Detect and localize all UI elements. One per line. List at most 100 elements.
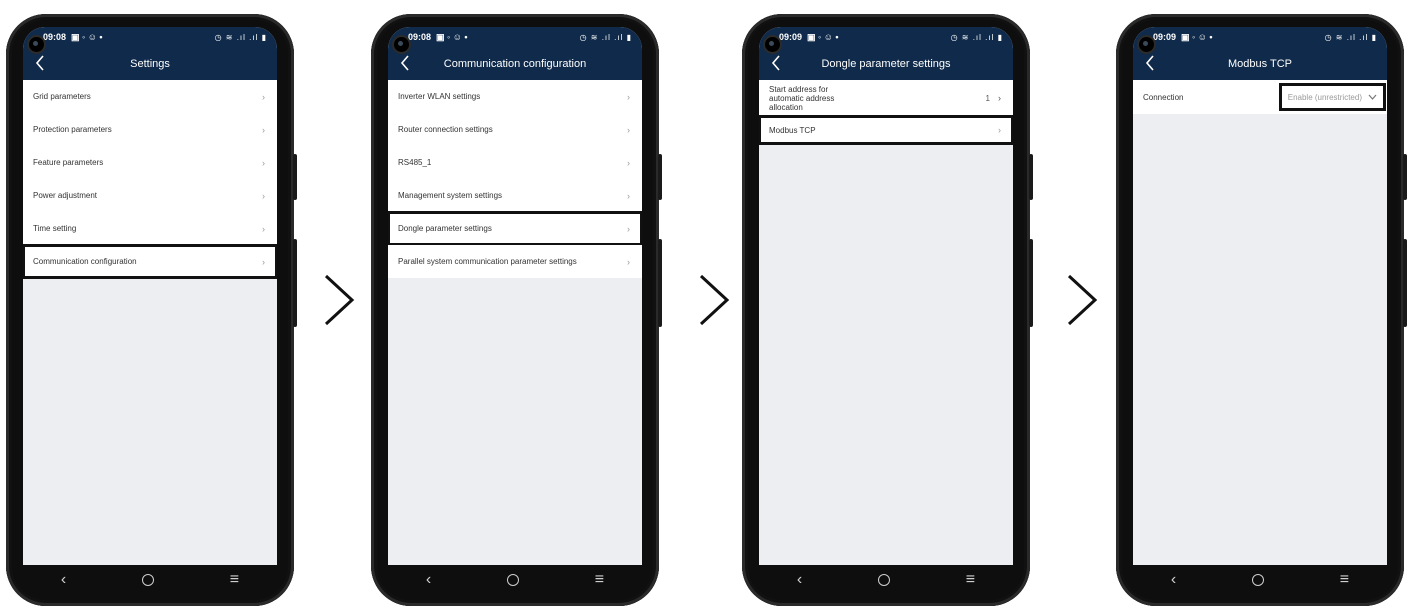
list-item-label: Protection parameters xyxy=(33,125,112,134)
list-item-label: Dongle parameter settings xyxy=(398,224,492,233)
app-header: Modbus TCP xyxy=(1133,48,1387,80)
app-header: Settings xyxy=(23,48,277,80)
chevron-right-icon: › xyxy=(627,124,630,135)
chevron-right-icon: › xyxy=(262,256,265,267)
chevron-down-icon xyxy=(1368,94,1377,100)
app-header: Dongle parameter settings xyxy=(759,48,1013,80)
status-bar: 09:09 ▣ ◦ ☺ • ◷ ≋ .ıl .ıl ▮ xyxy=(759,27,1013,48)
chevron-right-icon: › xyxy=(627,157,630,168)
settings-list: Start address for automatic address allo… xyxy=(759,80,1013,145)
back-arrow-icon[interactable] xyxy=(767,54,785,72)
nav-menu-icon[interactable]: ≡ xyxy=(595,571,604,589)
connection-value: Enable (unrestricted) xyxy=(1287,92,1362,102)
volume-button xyxy=(658,154,662,200)
nav-menu-icon[interactable]: ≡ xyxy=(230,571,239,589)
android-nav-bar: ‹ ≡ xyxy=(1133,565,1387,595)
list-item-parallel-system-communication[interactable]: Parallel system communication parameter … xyxy=(388,245,642,278)
android-nav-bar: ‹ ≡ xyxy=(23,565,277,595)
chevron-right-icon: › xyxy=(627,190,630,201)
connection-dropdown[interactable]: Enable (unrestricted) xyxy=(1278,83,1387,111)
list-item-label: Feature parameters xyxy=(33,158,104,167)
chevron-right-icon: › xyxy=(262,223,265,234)
phone-4: 09:09 ▣ ◦ ☺ • ◷ ≋ .ıl .ıl ▮ Modbus TCP C… xyxy=(1116,14,1407,606)
nav-back-icon[interactable]: ‹ xyxy=(61,571,66,589)
list-item-feature-parameters[interactable]: Feature parameters › xyxy=(23,146,277,179)
volume-button xyxy=(1029,154,1033,200)
settings-list: Grid parameters › Protection parameters › … xyxy=(23,80,277,279)
chevron-right-icon: › xyxy=(262,124,265,135)
list-item-label: RS485_1 xyxy=(398,158,432,167)
connection-row: Connection Enable (unrestricted) xyxy=(1133,80,1387,114)
list-item-label: Grid parameters xyxy=(33,92,91,101)
back-arrow-icon[interactable] xyxy=(31,54,49,72)
nav-home-icon[interactable] xyxy=(877,574,890,586)
status-bar: 09:09 ▣ ◦ ☺ • ◷ ≋ .ıl .ıl ▮ xyxy=(1133,27,1387,48)
phone-3: 09:09 ▣ ◦ ☺ • ◷ ≋ .ıl .ıl ▮ Dongle param… xyxy=(742,14,1033,606)
power-button xyxy=(1403,239,1407,327)
front-camera xyxy=(392,35,411,54)
screen: 09:08 ▣ ◦ ☺ • ◷ ≋ .ıl .ıl ▮ Settings Gri… xyxy=(23,27,277,565)
app-header: Communication configuration xyxy=(388,48,642,80)
system-status-icons: ◷ ≋ .ıl .ıl ▮ xyxy=(1324,33,1377,42)
nav-back-icon[interactable]: ‹ xyxy=(426,571,431,589)
volume-button xyxy=(1403,154,1407,200)
front-camera xyxy=(763,35,782,54)
nav-menu-icon[interactable]: ≡ xyxy=(966,571,975,589)
list-item-rs485-1[interactable]: RS485_1 › xyxy=(388,146,642,179)
list-item-power-adjustment[interactable]: Power adjustment › xyxy=(23,179,277,212)
nav-back-icon[interactable]: ‹ xyxy=(1171,571,1176,589)
list-item-label: Router connection settings xyxy=(398,125,493,134)
chevron-right-icon: › xyxy=(262,91,265,102)
list-item-modbus-tcp[interactable]: Modbus TCP › xyxy=(759,115,1013,145)
page-title: Dongle parameter settings xyxy=(821,58,951,70)
list-item-inverter-wlan-settings[interactable]: Inverter WLAN settings › xyxy=(388,80,642,113)
nav-home-icon[interactable] xyxy=(1251,574,1264,586)
chevron-right-icon: › xyxy=(998,92,1001,103)
page-title: Modbus TCP xyxy=(1228,58,1292,70)
list-item-grid-parameters[interactable]: Grid parameters › xyxy=(23,80,277,113)
nav-menu-icon[interactable]: ≡ xyxy=(1340,571,1349,589)
list-item-start-address[interactable]: Start address for automatic address allo… xyxy=(759,80,1013,116)
system-status-icons: ◷ ≋ .ıl .ıl ▮ xyxy=(579,33,632,42)
status-time: 09:09 xyxy=(1153,32,1177,42)
list-item-protection-parameters[interactable]: Protection parameters › xyxy=(23,113,277,146)
list-item-router-connection-settings[interactable]: Router connection settings › xyxy=(388,113,642,146)
back-arrow-icon[interactable] xyxy=(396,54,414,72)
list-item-label: Communication configuration xyxy=(33,257,137,266)
chevron-right-icon: › xyxy=(262,157,265,168)
chevron-right-icon xyxy=(324,274,355,326)
chevron-right-icon: › xyxy=(262,190,265,201)
list-item-management-system-settings[interactable]: Management system settings › xyxy=(388,179,642,212)
list-item-label: Start address for automatic address allo… xyxy=(769,84,835,112)
system-status-icons: ◷ ≋ .ıl .ıl ▮ xyxy=(950,33,1003,42)
chevron-right-icon: › xyxy=(627,223,630,234)
nav-back-icon[interactable]: ‹ xyxy=(797,571,802,589)
list-item-communication-configuration[interactable]: Communication configuration › xyxy=(23,244,277,279)
volume-button xyxy=(293,154,297,200)
chevron-right-icon: › xyxy=(627,256,630,267)
power-button xyxy=(1029,239,1033,327)
connection-label: Connection xyxy=(1143,92,1184,102)
start-address-value: 1 xyxy=(985,93,990,103)
back-arrow-icon[interactable] xyxy=(1141,54,1159,72)
notification-icons: ▣ ◦ ☺ • xyxy=(71,32,103,42)
system-status-icons: ◷ ≋ .ıl .ıl ▮ xyxy=(214,33,267,42)
phone-2: 09:08 ▣ ◦ ☺ • ◷ ≋ .ıl .ıl ▮ Communicatio… xyxy=(371,14,662,606)
front-camera xyxy=(1137,35,1156,54)
notification-icons: ▣ ◦ ☺ • xyxy=(1181,32,1213,42)
nav-home-icon[interactable] xyxy=(506,574,519,586)
page-title: Communication configuration xyxy=(443,58,587,70)
list-item-label: Power adjustment xyxy=(33,191,98,200)
list-item-label: Management system settings xyxy=(398,191,503,200)
power-button xyxy=(658,239,662,327)
list-item-time-setting[interactable]: Time setting › xyxy=(23,212,277,245)
page-title: Settings xyxy=(130,58,170,70)
list-item-label: Time setting xyxy=(33,224,77,233)
list-item-label: Inverter WLAN settings xyxy=(398,92,481,101)
power-button xyxy=(293,239,297,327)
phone-1: 09:08 ▣ ◦ ☺ • ◷ ≋ .ıl .ıl ▮ Settings Gri… xyxy=(6,14,297,606)
screen: 09:08 ▣ ◦ ☺ • ◷ ≋ .ıl .ıl ▮ Communicatio… xyxy=(388,27,642,565)
nav-home-icon[interactable] xyxy=(141,574,154,586)
status-time: 09:08 xyxy=(408,32,432,42)
list-item-dongle-parameter-settings[interactable]: Dongle parameter settings › xyxy=(388,211,642,246)
